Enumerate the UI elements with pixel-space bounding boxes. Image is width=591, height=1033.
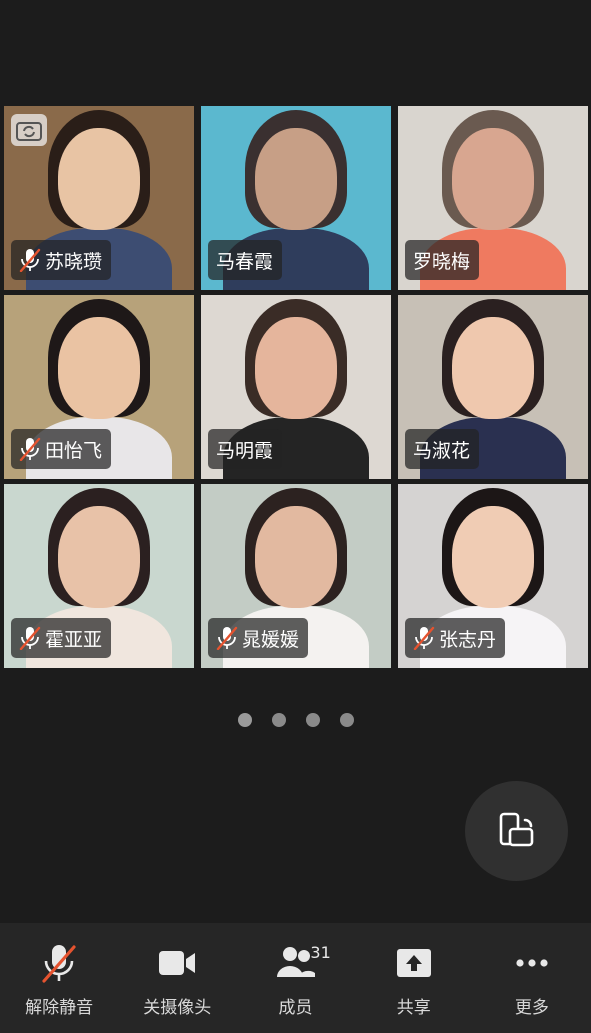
mic-muted-icon: [19, 626, 41, 651]
unmute-button[interactable]: 解除静音: [0, 923, 118, 1033]
page-dot[interactable]: [339, 713, 354, 727]
camera-off-button[interactable]: 关摄像头: [118, 923, 236, 1033]
participant-name: 马明霞: [216, 439, 274, 462]
participant-name: 霍亚亚: [45, 628, 103, 651]
participant-name-tag: 马明霞: [208, 429, 283, 469]
mic-muted-icon: [37, 943, 81, 983]
participant-video-tile[interactable]: 霍亚亚: [4, 484, 194, 668]
participant-video-tile[interactable]: 罗晓梅: [398, 106, 588, 290]
participant-name-tag: 罗晓梅: [405, 240, 480, 280]
participant-name: 罗晓梅: [413, 250, 471, 273]
page-dot[interactable]: [305, 713, 320, 727]
mic-muted-icon: [413, 626, 435, 651]
video-grid: 苏晓瓒 马春霞 罗晓梅田怡飞 马明霞 马淑花霍亚亚 晁媛媛 张志丹: [4, 106, 588, 668]
mic-muted-icon: [19, 437, 41, 462]
page-dot[interactable]: [271, 713, 286, 727]
participant-face: [452, 128, 534, 230]
participant-video-tile[interactable]: 晁媛媛: [201, 484, 391, 668]
device-switch-icon: [499, 812, 533, 847]
participant-name: 苏晓瓒: [45, 250, 103, 273]
participant-face: [255, 506, 337, 608]
participant-name-tag: 苏晓瓒: [11, 240, 112, 280]
participant-face: [58, 506, 140, 608]
participant-face: [452, 506, 534, 608]
members-count-badge: 31: [310, 943, 331, 962]
page-indicator[interactable]: [0, 713, 591, 727]
participant-video-tile[interactable]: 马明霞: [201, 295, 391, 479]
participant-name: 张志丹: [439, 628, 497, 651]
participant-name: 晁媛媛: [242, 628, 300, 651]
participant-name: 田怡飞: [45, 439, 103, 462]
participant-video-tile[interactable]: 马淑花: [398, 295, 588, 479]
more-dots-icon: [510, 943, 554, 983]
participant-video-tile[interactable]: 田怡飞: [4, 295, 194, 479]
participant-name-tag: 晁媛媛: [208, 618, 309, 658]
more-label: 更多: [514, 998, 549, 1018]
meeting-toolbar: 解除静音 关摄像头 31 成员 共享 更多: [0, 923, 591, 1033]
unmute-label: 解除静音: [25, 998, 94, 1018]
participant-video-tile[interactable]: 张志丹: [398, 484, 588, 668]
camera-switch-icon: [16, 122, 42, 141]
share-button[interactable]: 共享: [355, 923, 473, 1033]
participant-face: [255, 128, 337, 230]
share-label: 共享: [396, 998, 431, 1018]
participant-face: [58, 128, 140, 230]
participant-name: 马淑花: [413, 439, 471, 462]
participant-video-tile[interactable]: 苏晓瓒: [4, 106, 194, 290]
share-icon: [392, 943, 436, 983]
switch-camera-button[interactable]: [11, 114, 47, 146]
mic-muted-icon: [216, 626, 238, 651]
members-label: 成员: [278, 998, 313, 1018]
more-button[interactable]: 更多: [473, 923, 591, 1033]
video-camera-icon: [155, 943, 199, 983]
participant-video-tile[interactable]: 马春霞: [201, 106, 391, 290]
participant-name-tag: 马淑花: [405, 429, 480, 469]
participant-face: [452, 317, 534, 419]
switch-layout-button[interactable]: [465, 781, 568, 881]
participant-name-tag: 田怡飞: [11, 429, 112, 469]
participant-name-tag: 张志丹: [405, 618, 506, 658]
mic-muted-icon: [19, 248, 41, 273]
camera-off-label: 关摄像头: [143, 998, 212, 1018]
participant-face: [255, 317, 337, 419]
page-dot[interactable]: [237, 713, 252, 727]
participant-face: [58, 317, 140, 419]
participant-name: 马春霞: [216, 250, 274, 273]
participant-name-tag: 霍亚亚: [11, 618, 112, 658]
members-button[interactable]: 31 成员: [236, 923, 354, 1033]
participant-name-tag: 马春霞: [208, 240, 283, 280]
